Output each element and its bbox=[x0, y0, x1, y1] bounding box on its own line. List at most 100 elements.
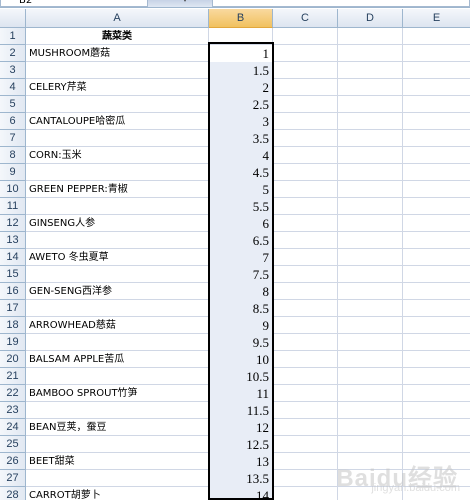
cell-d[interactable] bbox=[338, 181, 403, 198]
cell-b[interactable]: 3 bbox=[209, 113, 273, 130]
row-header[interactable]: 23 bbox=[0, 402, 26, 419]
cell-d[interactable] bbox=[338, 283, 403, 300]
row-header[interactable]: 3 bbox=[0, 62, 26, 79]
row-header[interactable]: 9 bbox=[0, 164, 26, 181]
cell-e[interactable] bbox=[403, 79, 470, 96]
cell-d[interactable] bbox=[338, 436, 403, 453]
cell-a[interactable] bbox=[26, 164, 209, 181]
row-header[interactable]: 12 bbox=[0, 215, 26, 232]
cell-b[interactable]: 7 bbox=[209, 249, 273, 266]
cell-a[interactable] bbox=[26, 334, 209, 351]
cell-e[interactable] bbox=[403, 113, 470, 130]
cell-c[interactable] bbox=[273, 215, 338, 232]
cell-b[interactable]: 5.5 bbox=[209, 198, 273, 215]
cell-c[interactable] bbox=[273, 181, 338, 198]
cell-e[interactable] bbox=[403, 402, 470, 419]
cell-e[interactable] bbox=[403, 249, 470, 266]
cell-b[interactable]: 13.5 bbox=[209, 470, 273, 487]
cell-d[interactable] bbox=[338, 164, 403, 181]
row-header[interactable]: 16 bbox=[0, 283, 26, 300]
cell-a[interactable] bbox=[26, 232, 209, 249]
cell-c[interactable] bbox=[273, 402, 338, 419]
row-header[interactable]: 4 bbox=[0, 79, 26, 96]
cell-c[interactable] bbox=[273, 351, 338, 368]
cell-a[interactable]: BEAN豆荚，蚕豆 bbox=[26, 419, 209, 436]
cell-e[interactable] bbox=[403, 181, 470, 198]
cell-e[interactable] bbox=[403, 164, 470, 181]
row-header[interactable]: 6 bbox=[0, 113, 26, 130]
cell-b[interactable]: 6.5 bbox=[209, 232, 273, 249]
cell-c[interactable] bbox=[273, 113, 338, 130]
formula-input[interactable] bbox=[212, 0, 470, 7]
cell-c[interactable] bbox=[273, 317, 338, 334]
cell-d[interactable] bbox=[338, 266, 403, 283]
cell-b[interactable]: 9 bbox=[209, 317, 273, 334]
cell-d[interactable] bbox=[338, 79, 403, 96]
row-header[interactable]: 11 bbox=[0, 198, 26, 215]
cell-a[interactable]: AWETO 冬虫夏草 bbox=[26, 249, 209, 266]
row-header[interactable]: 26 bbox=[0, 453, 26, 470]
cell-d[interactable] bbox=[338, 198, 403, 215]
row-header[interactable]: 27 bbox=[0, 470, 26, 487]
row-header[interactable]: 24 bbox=[0, 419, 26, 436]
cell-d[interactable] bbox=[338, 334, 403, 351]
cell-c[interactable] bbox=[273, 232, 338, 249]
cell-c[interactable] bbox=[273, 368, 338, 385]
cell-a[interactable]: BALSAM APPLE苦瓜 bbox=[26, 351, 209, 368]
cell-a[interactable] bbox=[26, 436, 209, 453]
cell-e[interactable] bbox=[403, 266, 470, 283]
column-header-a[interactable]: A bbox=[26, 9, 209, 28]
cell-c[interactable] bbox=[273, 266, 338, 283]
cell-a[interactable]: MUSHROOM蘑菇 bbox=[26, 45, 209, 62]
cell-d[interactable] bbox=[338, 419, 403, 436]
cell-e[interactable] bbox=[403, 198, 470, 215]
column-header-e[interactable]: E bbox=[403, 9, 470, 28]
cell-d[interactable] bbox=[338, 215, 403, 232]
cell-b[interactable]: 13 bbox=[209, 453, 273, 470]
cell-d[interactable] bbox=[338, 147, 403, 164]
row-header[interactable]: 5 bbox=[0, 96, 26, 113]
row-header[interactable]: 13 bbox=[0, 232, 26, 249]
cell-d[interactable] bbox=[338, 113, 403, 130]
cell-b[interactable]: 2 bbox=[209, 79, 273, 96]
cell-a[interactable]: GEN-SENG西洋参 bbox=[26, 283, 209, 300]
cell-b[interactable]: 11 bbox=[209, 385, 273, 402]
cell-a[interactable]: CORN:玉米 bbox=[26, 147, 209, 164]
cell-c[interactable] bbox=[273, 62, 338, 79]
cell-d[interactable] bbox=[338, 232, 403, 249]
cell-c[interactable] bbox=[273, 45, 338, 62]
row-header[interactable]: 20 bbox=[0, 351, 26, 368]
cell-b[interactable]: 8.5 bbox=[209, 300, 273, 317]
cell-e[interactable] bbox=[403, 28, 470, 45]
cell-d[interactable] bbox=[338, 317, 403, 334]
cell-b[interactable]: 5 bbox=[209, 181, 273, 198]
row-header[interactable]: 10 bbox=[0, 181, 26, 198]
cell-c[interactable] bbox=[273, 147, 338, 164]
cell-a[interactable] bbox=[26, 96, 209, 113]
cell-a[interactable]: GINSENG人参 bbox=[26, 215, 209, 232]
cell-c[interactable] bbox=[273, 300, 338, 317]
chevron-down-icon[interactable]: ▾ bbox=[180, 0, 190, 5]
cell-e[interactable] bbox=[403, 436, 470, 453]
row-header[interactable]: 1 bbox=[0, 28, 26, 45]
cell-a[interactable] bbox=[26, 198, 209, 215]
cell-e[interactable] bbox=[403, 368, 470, 385]
cell-e[interactable] bbox=[403, 419, 470, 436]
cell-a[interactable]: 蔬菜类 bbox=[26, 28, 209, 45]
cell-e[interactable] bbox=[403, 62, 470, 79]
cell-b[interactable]: 6 bbox=[209, 215, 273, 232]
cell-e[interactable] bbox=[403, 283, 470, 300]
cell-c[interactable] bbox=[273, 96, 338, 113]
cell-c[interactable] bbox=[273, 79, 338, 96]
cell-b[interactable]: 1.5 bbox=[209, 62, 273, 79]
row-header[interactable]: 17 bbox=[0, 300, 26, 317]
cell-b[interactable]: 1 bbox=[209, 45, 273, 62]
column-header-d[interactable]: D bbox=[338, 9, 403, 28]
cell-e[interactable] bbox=[403, 334, 470, 351]
cell-b[interactable]: 4 bbox=[209, 147, 273, 164]
row-header[interactable]: 18 bbox=[0, 317, 26, 334]
row-header[interactable]: 8 bbox=[0, 147, 26, 164]
cell-a[interactable]: CANTALOUPE哈密瓜 bbox=[26, 113, 209, 130]
cell-a[interactable]: CELERY芹菜 bbox=[26, 79, 209, 96]
cell-a[interactable]: BAMBOO SPROUT竹笋 bbox=[26, 385, 209, 402]
